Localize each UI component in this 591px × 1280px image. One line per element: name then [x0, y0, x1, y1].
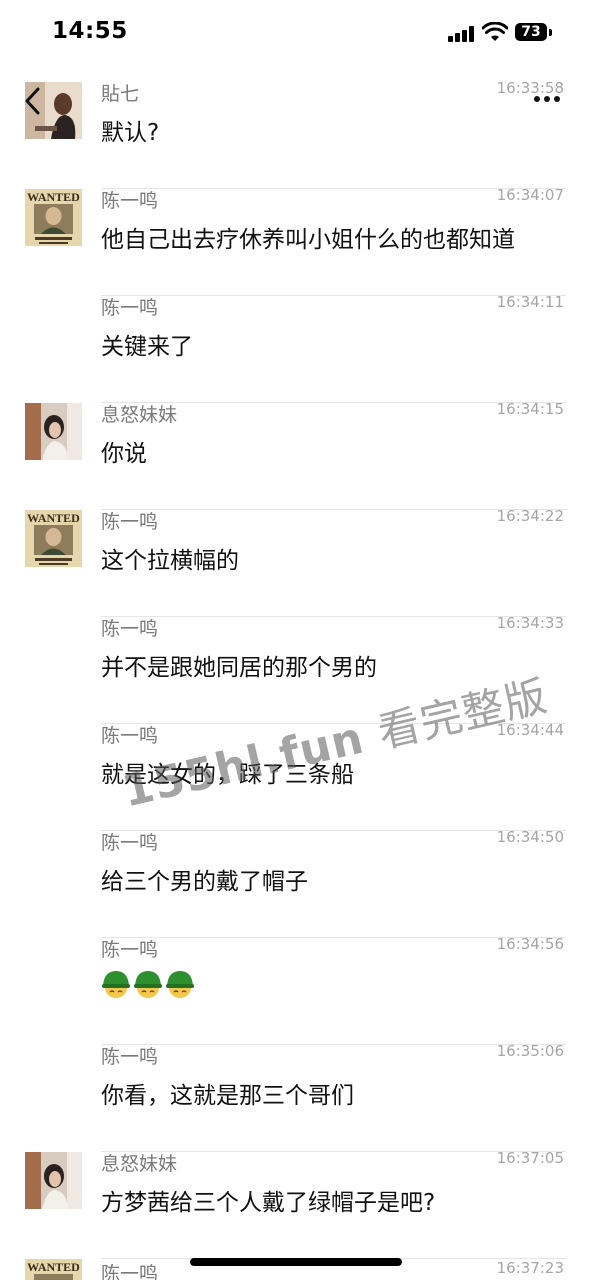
timestamp: 16:35:06	[496, 1042, 564, 1060]
message-text: 关键来了	[101, 334, 193, 360]
sender-name: 陈一鸣	[101, 511, 159, 533]
timestamp: 16:37:05	[496, 1149, 564, 1167]
avatar[interactable]: WANTED	[25, 1259, 82, 1280]
message-text: 给三个男的戴了帽子	[101, 869, 308, 895]
message-item[interactable]: 息怒妹妹 16:37:05 方梦茜给三个人戴了绿帽子是吧?	[0, 1149, 591, 1259]
sender-name: 陈一鸣	[101, 832, 159, 854]
timestamp: 16:34:44	[496, 721, 564, 739]
timestamp: 16:34:07	[496, 186, 564, 204]
sender-name: 陈一鸣	[101, 1263, 159, 1280]
message-item[interactable]: 陈一鸣 16:34:44 就是这女的，踩了三条船	[0, 721, 591, 831]
wifi-icon	[482, 22, 508, 41]
emoji-row	[101, 968, 197, 1006]
message-text: 这个拉横幅的	[101, 548, 239, 574]
message-item[interactable]: 陈一鸣 16:34:11 关键来了	[0, 293, 591, 403]
message-item[interactable]: WANTED 陈一鸣 16:34:07 他自己出去疗休养叫小姐什么的也都知道	[0, 186, 591, 296]
avatar[interactable]	[25, 403, 82, 460]
status-bar: 14:55 73	[0, 0, 591, 70]
sender-name: 陈一鸣	[101, 190, 159, 212]
svg-text:WANTED: WANTED	[27, 190, 80, 204]
message-item[interactable]: 陈一鸣 16:34:56	[0, 935, 591, 1045]
sender-name: 陈一鸣	[101, 297, 159, 319]
sender-name: 陈一鸣	[101, 939, 159, 961]
sender-name: 息怒妹妹	[101, 1153, 178, 1175]
timestamp: 16:34:50	[496, 828, 564, 846]
timestamp: 16:34:56	[496, 935, 564, 953]
timestamp: 16:34:33	[496, 614, 564, 632]
more-options-icon[interactable]	[532, 93, 562, 105]
message-item[interactable]: 息怒妹妹 16:34:15 你说	[0, 400, 591, 510]
message-text: 就是这女的，踩了三条船	[101, 762, 354, 788]
message-item[interactable]: 陈一鸣 16:35:06 你看，这就是那三个哥们	[0, 1042, 591, 1152]
battery-indicator: 73	[515, 23, 547, 41]
sender-name: 陈一鸣	[101, 1046, 159, 1068]
sender-name: 陈一鸣	[101, 618, 159, 640]
timestamp: 16:34:15	[496, 400, 564, 418]
battery-cap	[549, 29, 552, 36]
home-indicator[interactable]	[190, 1258, 402, 1266]
message-text: 并不是跟她同居的那个男的	[101, 655, 377, 681]
wanted-poster-icon: WANTED	[25, 510, 82, 567]
avatar[interactable]: WANTED	[25, 189, 82, 246]
message-text: 他自己出去疗休养叫小姐什么的也都知道	[101, 227, 515, 253]
message-text: 方梦茜给三个人戴了绿帽子是吧?	[101, 1190, 436, 1216]
sender-name: 息怒妹妹	[101, 404, 178, 426]
avatar[interactable]	[25, 1152, 82, 1209]
svg-text:WANTED: WANTED	[27, 1260, 80, 1274]
status-time: 14:55	[52, 18, 128, 44]
sender-name: 貼七	[101, 83, 140, 105]
message-text: 你看，这就是那三个哥们	[101, 1083, 354, 1109]
timestamp: 16:34:22	[496, 507, 564, 525]
message-item[interactable]: 貼七 16:33:58 默认?	[0, 79, 591, 189]
green-helmet-emoji-icons	[102, 970, 195, 999]
svg-text:WANTED: WANTED	[27, 511, 80, 525]
timestamp: 16:37:23	[496, 1259, 564, 1277]
message-text: 默认?	[101, 120, 160, 146]
cellular-signal-icon	[448, 26, 476, 42]
wanted-poster-icon: WANTED	[25, 1259, 82, 1280]
wanted-poster-icon: WANTED	[25, 189, 82, 246]
girl-avatar-icon	[25, 403, 82, 460]
back-chevron-icon[interactable]	[22, 86, 44, 116]
sender-name: 陈一鸣	[101, 725, 159, 747]
message-item[interactable]: 陈一鸣 16:34:33 并不是跟她同居的那个男的	[0, 614, 591, 724]
timestamp: 16:34:11	[496, 293, 564, 311]
message-text: 你说	[101, 441, 147, 467]
girl-avatar-icon	[25, 1152, 82, 1209]
avatar[interactable]: WANTED	[25, 510, 82, 567]
message-item[interactable]: WANTED 陈一鸣 16:34:22 这个拉横幅的	[0, 507, 591, 617]
message-item[interactable]: 陈一鸣 16:34:50 给三个男的戴了帽子	[0, 828, 591, 938]
